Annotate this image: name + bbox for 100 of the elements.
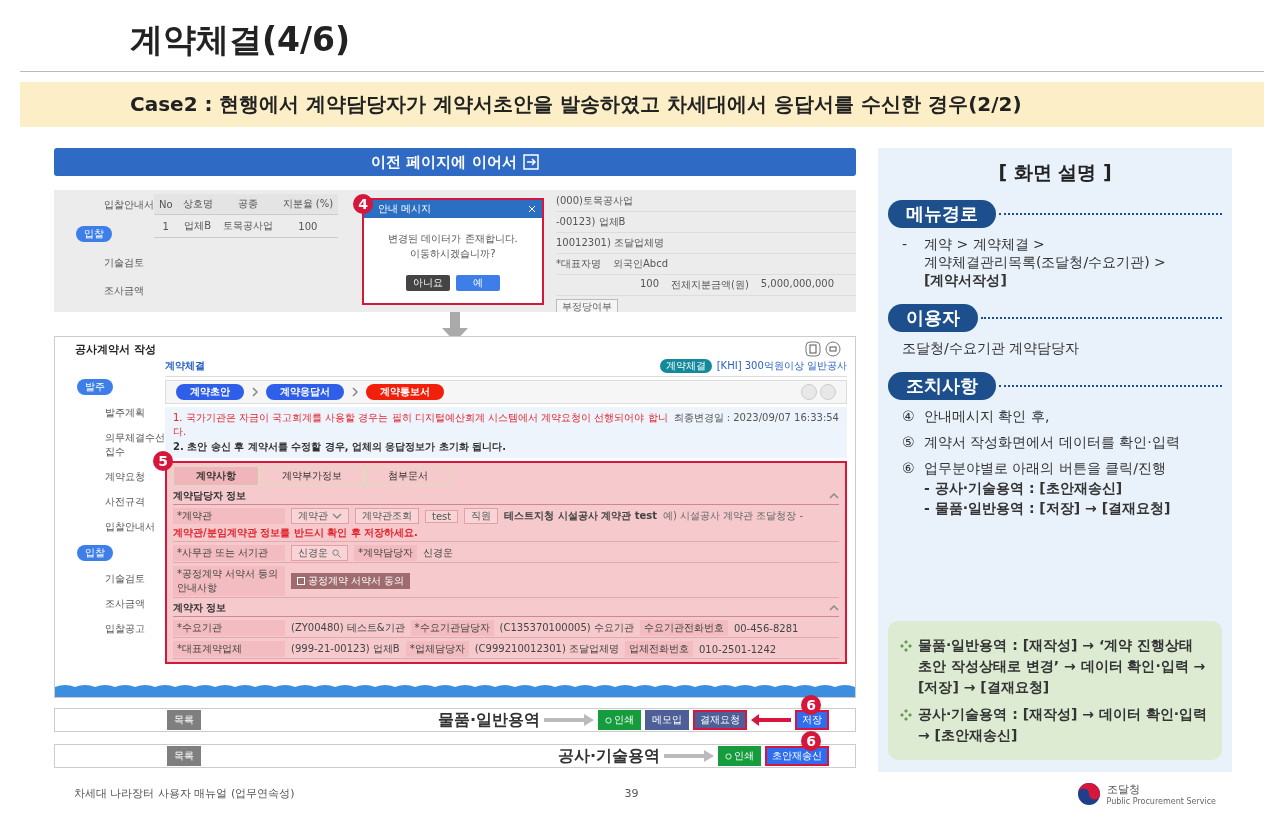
sidebar-item[interactable]: 조사금액 [104,284,144,298]
input-field[interactable]: test [425,509,459,523]
status-badge: 계약체결 [659,359,712,373]
search-icon [332,548,341,558]
bullet-icon [900,709,912,721]
action-button[interactable]: 저장 [795,710,829,730]
step-pill[interactable]: 계약초안 [176,384,244,400]
sidebar-item[interactable]: 발주계획 [105,406,145,420]
info-text: *대표자명 [556,257,601,271]
panel-heading: [ 화면 설명 ] [998,160,1112,185]
tab[interactable]: 계약부가정보 [259,466,365,486]
sidebar-item[interactable]: 입찰안내서 [104,198,154,212]
info-text: 10012301) 조달업체명 [556,236,664,250]
lookup-button[interactable]: 계약관조회 [355,508,419,524]
chevron-icon [332,510,342,522]
sidebar-badge[interactable]: 발주 [77,379,113,395]
action-button[interactable]: 목록 [167,710,201,730]
arrow-icon [751,713,791,727]
sidebar-badge[interactable]: 입찰 [76,226,112,242]
field-label: *계약담당자 [354,545,417,561]
arrow-box-icon [522,154,539,170]
action-button[interactable]: 목록 [167,746,201,766]
sidebar-item[interactable]: 계약요청 [105,470,145,484]
action-button[interactable]: 인쇄 [598,710,641,730]
step-text: 계약서 작성화면에서 데이터를 확인·입력 [924,434,1181,452]
menu-path-text: 계약체결관리목록(조달청/수요기관) > [924,254,1167,272]
info-text: 100 [639,278,659,291]
logo-subtitle: Public Procurement Service [1106,797,1216,806]
column-header: 공종 [217,194,278,215]
field-value: 010-2501-1242 [699,643,777,655]
consent-button[interactable]: 공정계약 서약서 동의 [291,573,411,589]
section-pill: 조치사항 [888,372,996,400]
field-label: 업체전화번호 [625,641,693,657]
dialog-button[interactable]: 예 [456,275,500,291]
lookup-button[interactable]: 직원 [464,508,499,524]
select-field[interactable]: 계약관 [291,508,349,524]
step-pill[interactable]: 계약통보서 [366,384,444,400]
action-button[interactable]: 초안재송신 [765,746,829,766]
dialog-message: 변경된 데이터가 존재합니다. [388,232,518,246]
close-icon[interactable] [528,205,536,213]
sidebar-item[interactable]: 사전규격 [105,495,145,509]
section-title: 계약담당자 정보 [173,489,247,503]
field-label: *수요기관 [173,620,285,636]
field-value: (999-21-00123) 업체B [291,642,400,656]
tab[interactable]: 첨부문서 [365,466,451,486]
chevron-icon [350,386,360,398]
check-button[interactable]: 부정당여부 [556,299,618,312]
warning-text: 계약관/분임계약관 정보를 반드시 확인 후 저장하세요. [173,526,418,540]
field-value: 신경운 [423,546,453,560]
category-label: 공사·기술용역 [557,745,660,767]
menu-path-text: - [902,236,909,254]
table-cell: 1 [154,214,178,238]
search-field[interactable]: 신경운 [291,545,348,561]
sidebar-item[interactable]: 입찰안내서 [105,520,155,534]
info-text: 5,000,000,000 [760,278,834,291]
tab[interactable]: 계약사항 [173,466,259,486]
column-header: 상호명 [177,194,218,215]
step-detail: - 물품·일반용역 : [저장] → [결재요청] [924,500,1172,518]
dialog-title: 안내 메시지 [378,202,432,216]
info-text: 외국인Abcd [613,257,669,271]
sidebar-item[interactable]: 기술검토 [105,572,145,586]
step-pill[interactable]: 계약응답서 [266,384,344,400]
field-value: 00-456-8281 [733,622,799,634]
sidebar-item[interactable]: 조사금액 [105,597,145,611]
step-marker: 4 [353,194,373,214]
action-button[interactable]: 인쇄 [718,746,761,766]
column-header: No [154,194,178,215]
page-title: 계약체결(4/6) [130,19,351,61]
breadcrumb: 계약체결 [165,359,205,373]
notice-text: 2. 초안 송신 후 계약서를 수정할 경우, 업체의 응답정보가 초기화 됩니다. [173,440,508,454]
action-button[interactable]: 결재요청 [693,710,747,730]
sidebar-item[interactable]: 기술검토 [104,256,144,270]
step-marker: 5 [153,451,173,471]
field-value: (C135370100005) 수요기관 [499,621,634,635]
action-button[interactable]: 메모입 [645,710,689,730]
menu-path-text: 계약 > 계약체결 > [924,236,1046,254]
note-text: 공사·기술용역 : [재작성] → 데이터 확인·입력 → [초안재송신] [918,705,1209,745]
notice-text: 1. 국가기관은 자금이 국고회계를 사용할 경우는 필히 디지털예산회계 시스템에서 계약요청이 선행되어야 합니다. [173,411,668,439]
dialog-button[interactable]: 아니요 [406,275,450,291]
hint-text: 예) 시설공사 계약관 조달청장 - [662,509,804,523]
bullet-icon [900,640,912,652]
info-text: (000)토목공사업 [556,194,633,208]
note-text: 물품·일반용역 : [재작성] → ‘계약 진행상태 초안 작성상태로 변경’ → 데이터 확인·입력 → [저장] → [결재요청] [918,636,1207,697]
continue-bar: 이전 페이지에 이어서 [54,148,856,176]
chevron-icon [250,386,260,398]
step-detail: - 공사·기술용역 : [초안재송신] [924,480,1124,498]
updated-date: 최종변경일 : 2023/09/07 16:33:54 [673,411,839,425]
screen-title: 공사계약서 작성 [75,341,156,357]
table-cell: 토목공사업 [217,214,278,238]
field-label: *공정계약 서약서 등의 안내사항 [173,566,285,596]
section-title: 계약자 정보 [173,601,227,615]
sidebar-badge[interactable]: 입찰 [77,545,113,561]
dialog-message: 이동하시겠습니까? [410,247,496,261]
contract-name: [KHI] 300억원이상 일반공사 [716,359,847,373]
sidebar-item[interactable]: 입찰공고 [105,622,145,636]
field-label: *수요기관담당자 [410,620,494,636]
section-pill: 메뉴경로 [888,200,996,228]
info-text: 전체지분금액(원) [671,278,749,292]
column-header: 지분율 (%) [277,194,339,215]
step-number: ⑥ [902,460,916,478]
